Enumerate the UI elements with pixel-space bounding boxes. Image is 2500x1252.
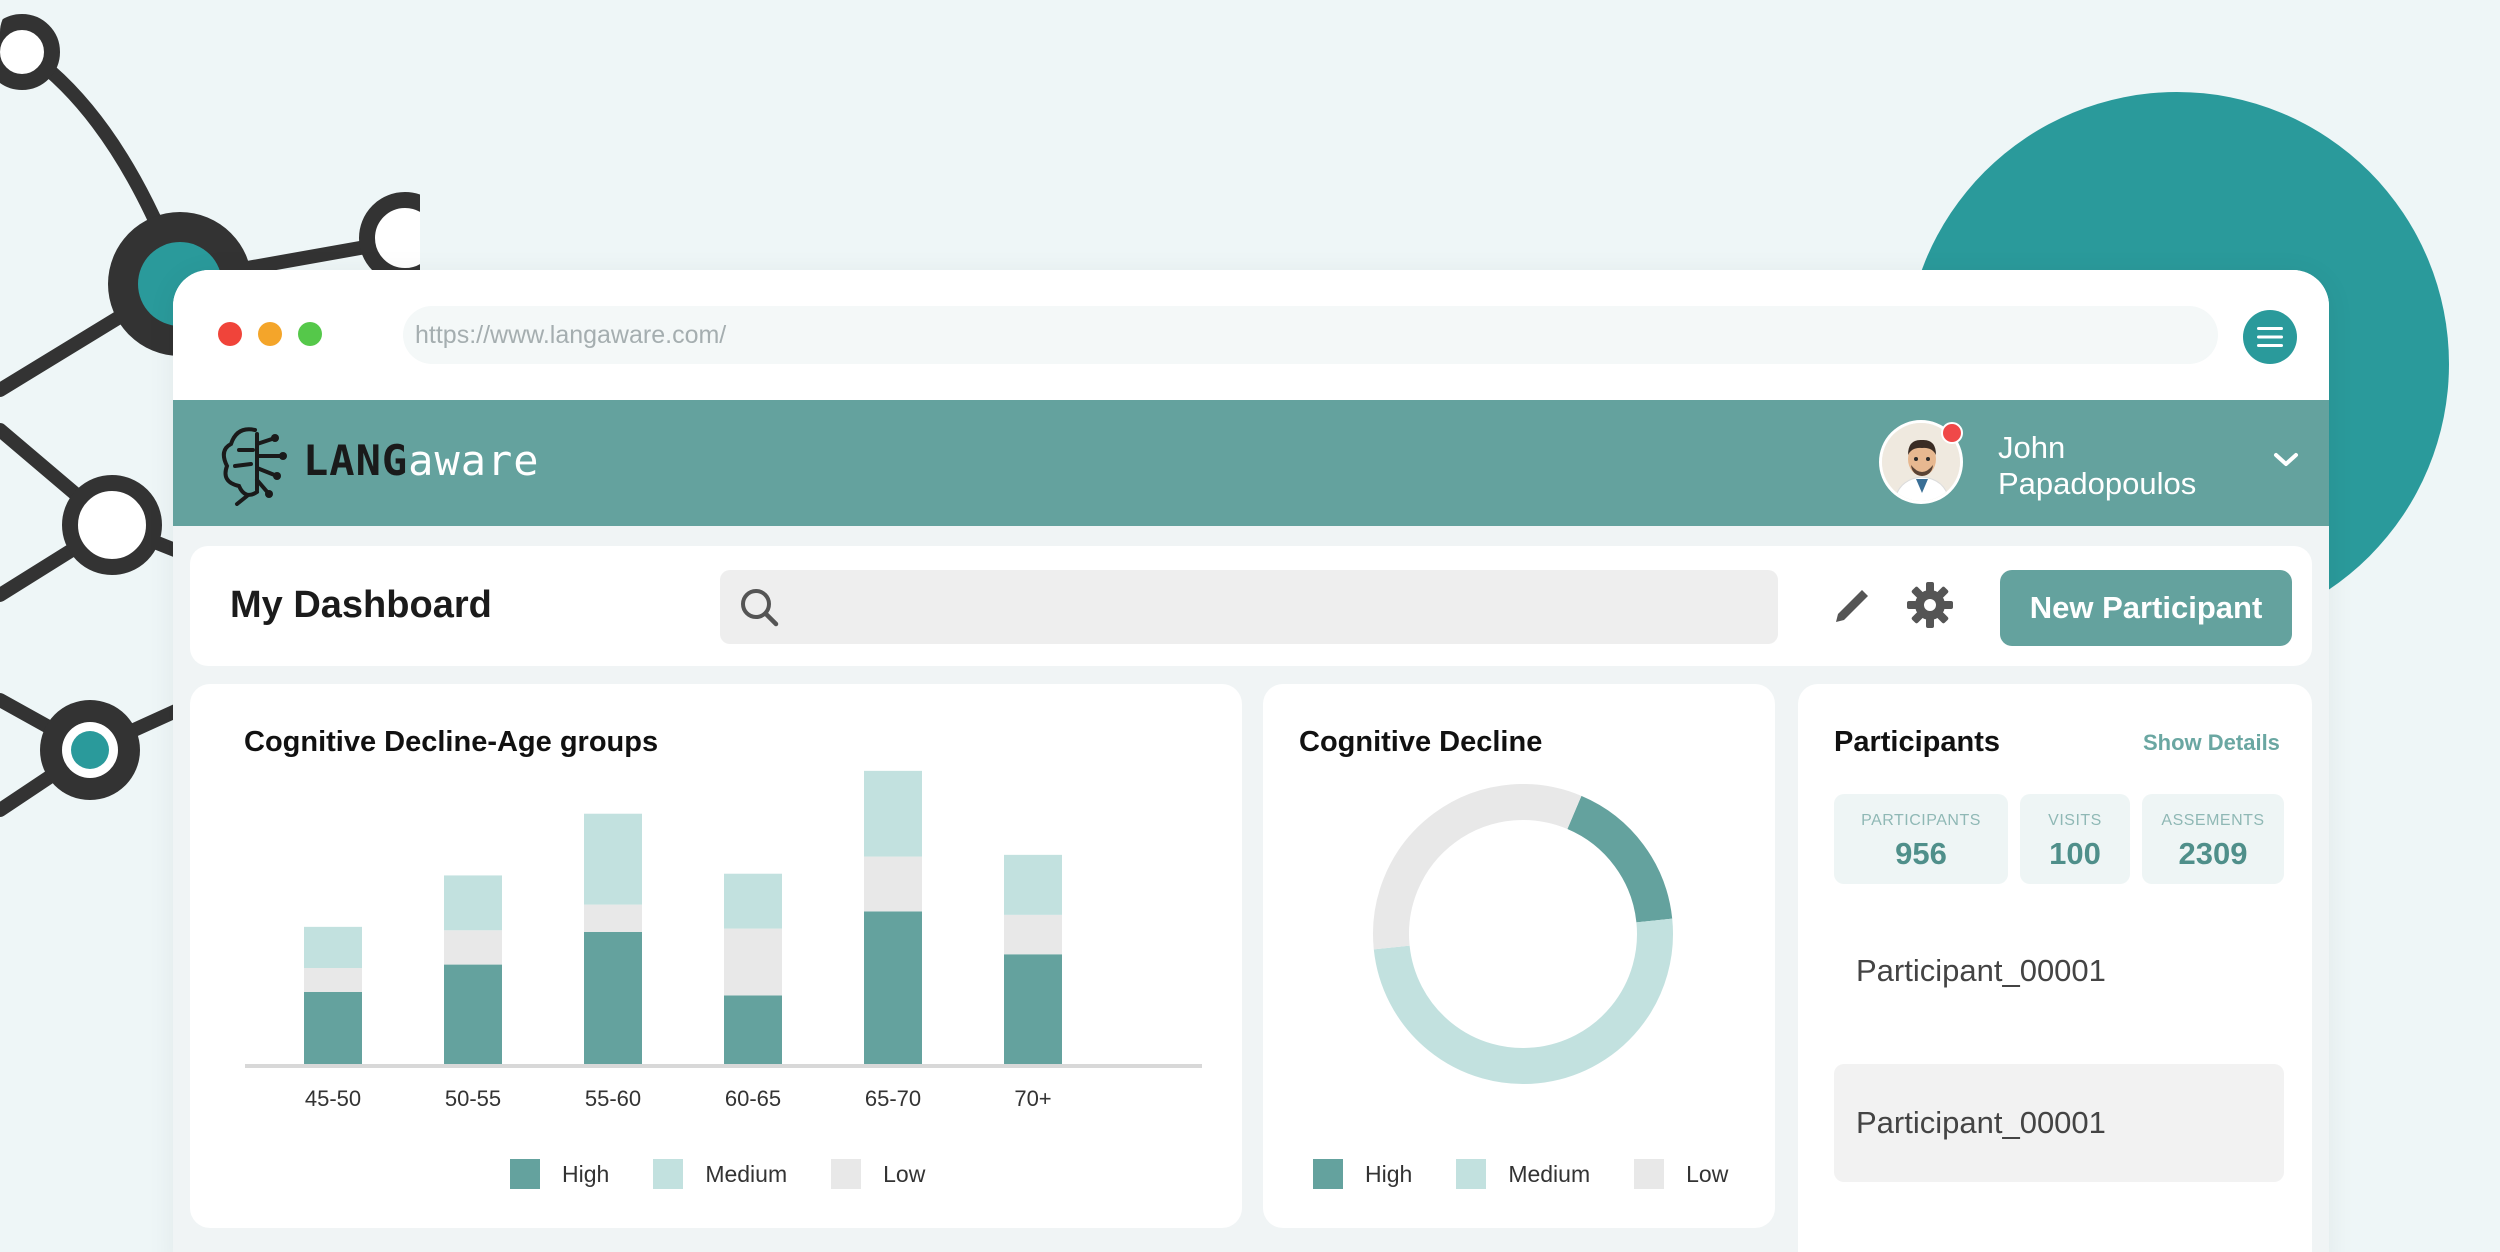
dashboard-content: My Dashboard New Participant Cognitive D… — [173, 526, 2329, 1252]
brand-logo[interactable]: LANGaware — [303, 436, 540, 485]
app-header: LANGaware John Papadopoulos — [173, 400, 2329, 526]
donut-legend-high-label: High — [1365, 1160, 1413, 1187]
donut-chart-title: Cognitive Decline — [1299, 726, 1543, 758]
x-tick-label: 50-55 — [445, 1086, 501, 1111]
browser-chrome: https://www.langaware.com/ — [173, 270, 2329, 400]
minimize-window-button[interactable] — [258, 322, 282, 346]
donut-legend-low: Low — [1634, 1159, 1728, 1189]
donut-chart — [1373, 784, 1673, 1084]
age-groups-chart-card: Cognitive Decline-Age groups 45-50 50-55 5… — [190, 684, 1242, 1228]
stat-visits: VISITS 100 — [2020, 794, 2130, 884]
user-first-name: John — [1998, 430, 2066, 465]
maximize-window-button[interactable] — [298, 322, 322, 346]
bar-low-60-65[interactable] — [724, 928, 782, 996]
hamburger-icon — [2257, 327, 2283, 347]
user-name[interactable]: John Papadopoulos — [1998, 430, 2258, 502]
logo-bold-text: LANG — [303, 436, 409, 485]
stat-assesments-value: 2309 — [2178, 836, 2248, 871]
legend-high: High — [510, 1159, 609, 1189]
user-last-name: Papadopoulos — [1998, 466, 2197, 501]
bar-chart-legend: High Medium Low — [510, 1159, 969, 1189]
search-input[interactable] — [720, 570, 1778, 644]
x-tick-label: 70+ — [1014, 1086, 1051, 1111]
bar-high-60-65[interactable] — [724, 995, 782, 1064]
legend-low-swatch — [831, 1159, 862, 1189]
legend-low-label: Low — [883, 1160, 926, 1187]
bar-high-70+[interactable] — [1004, 954, 1062, 1064]
pencil-icon[interactable] — [1830, 584, 1872, 628]
bar-high-55-60[interactable] — [584, 932, 642, 1064]
participants-title: Participants — [1834, 726, 2000, 758]
bar-low-70+[interactable] — [1004, 914, 1062, 955]
bar-medium-65-70[interactable] — [864, 770, 922, 857]
close-window-button[interactable] — [218, 322, 242, 346]
bar-low-55-60[interactable] — [584, 904, 642, 932]
x-tick-label: 65-70 — [865, 1086, 921, 1111]
bar-low-65-70[interactable] — [864, 856, 922, 912]
background-stage: https://www.langaware.com/ LANGaware Joh… — [0, 0, 2500, 1252]
notification-badge — [1941, 422, 1963, 444]
donut-legend-high-swatch — [1313, 1159, 1343, 1189]
stat-participants-value: 956 — [1895, 836, 1947, 871]
stat-visits-value: 100 — [2049, 836, 2101, 871]
show-details-link[interactable]: Show Details — [2143, 730, 2280, 756]
address-bar[interactable]: https://www.langaware.com/ — [403, 306, 2218, 364]
legend-high-label: High — [562, 1160, 610, 1187]
bar-medium-50-55[interactable] — [444, 875, 502, 931]
legend-medium: Medium — [653, 1159, 787, 1189]
gear-icon[interactable] — [1905, 580, 1955, 630]
search-icon — [741, 589, 779, 627]
bar-chart-title: Cognitive Decline-Age groups — [244, 726, 659, 758]
bar-high-50-55[interactable] — [444, 964, 502, 1064]
legend-high-swatch — [510, 1159, 540, 1189]
x-tick-label: 45-50 — [305, 1086, 361, 1111]
stacked-bar-chart: 45-50 50-55 55-60 60-65 65-70 70+ — [245, 770, 1202, 1111]
browser-menu-button[interactable] — [2243, 310, 2297, 364]
participant-row[interactable]: Participant_00001 — [1834, 1064, 2284, 1182]
donut-legend-medium-swatch — [1456, 1159, 1487, 1189]
donut-slice-low[interactable] — [1373, 784, 1582, 950]
bar-medium-45-50[interactable] — [304, 926, 362, 968]
legend-low: Low — [831, 1159, 925, 1189]
donut-slice-high[interactable] — [1566, 795, 1673, 923]
legend-medium-label: Medium — [705, 1160, 788, 1187]
page-title: My Dashboard — [230, 584, 492, 626]
bar-medium-70+[interactable] — [1004, 854, 1062, 915]
new-participant-button[interactable]: New Participant — [2000, 570, 2292, 646]
participant-row[interactable]: Participant_00001 — [1834, 924, 2284, 1018]
legend-medium-swatch — [653, 1159, 684, 1189]
stat-assesments-label: ASSEMENTS — [2161, 812, 2265, 829]
bar-low-50-55[interactable] — [444, 930, 502, 965]
brain-logo-icon — [221, 427, 287, 506]
stat-participants-label: PARTICIPANTS — [1861, 812, 1981, 829]
chevron-down-icon[interactable] — [2271, 450, 2301, 470]
bar-low-45-50[interactable] — [304, 968, 362, 992]
bar-high-45-50[interactable] — [304, 992, 362, 1064]
donut-legend-low-swatch — [1634, 1159, 1665, 1189]
stat-participants: PARTICIPANTS 956 — [1834, 794, 2008, 884]
bar-high-65-70[interactable] — [864, 911, 922, 1064]
bar-medium-60-65[interactable] — [724, 873, 782, 929]
donut-legend-high: High — [1313, 1159, 1412, 1189]
cognitive-decline-card: Cognitive Decline High Medium Low — [1263, 684, 1775, 1228]
donut-slice-medium[interactable] — [1373, 918, 1673, 1084]
browser-window: https://www.langaware.com/ LANGaware Joh… — [173, 270, 2329, 1252]
dashboard-toolbar: My Dashboard New Participant — [190, 546, 2312, 666]
stat-visits-label: VISITS — [2048, 812, 2102, 829]
participants-card: Participants Show Details PARTICIPANTS 9… — [1798, 684, 2312, 1252]
x-tick-label: 60-65 — [725, 1086, 781, 1111]
bar-medium-55-60[interactable] — [584, 813, 642, 905]
donut-legend-medium: Medium — [1456, 1159, 1590, 1189]
donut-legend-low-label: Low — [1686, 1160, 1729, 1187]
donut-legend-medium-label: Medium — [1508, 1160, 1591, 1187]
x-tick-label: 55-60 — [585, 1086, 641, 1111]
logo-light-text: aware — [408, 436, 540, 485]
donut-chart-legend: High Medium Low — [1313, 1159, 1728, 1189]
stat-assesments: ASSEMENTS 2309 — [2142, 794, 2284, 884]
